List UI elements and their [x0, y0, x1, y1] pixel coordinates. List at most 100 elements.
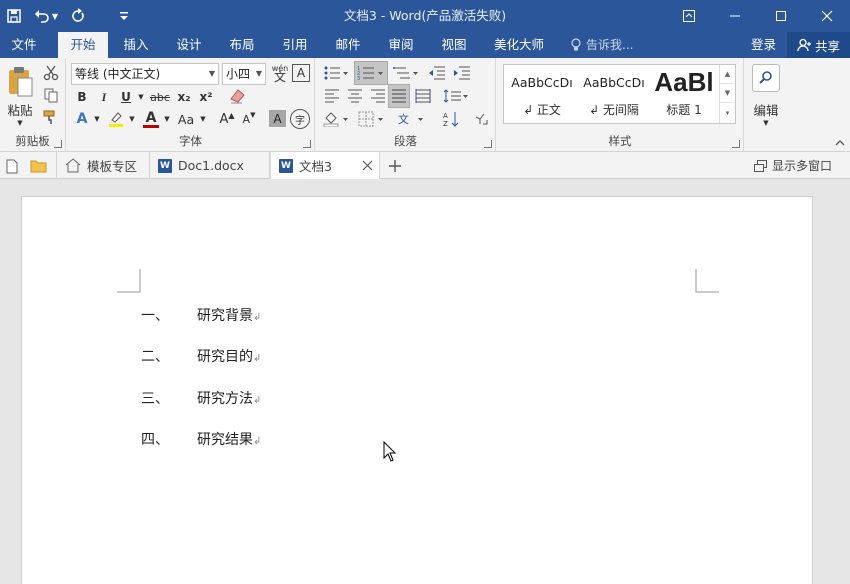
doctab-doc3-label: 文档3 — [299, 159, 332, 174]
grow-arrow-icon: ▲ — [228, 110, 235, 120]
tab-insert[interactable]: 插入 — [112, 32, 160, 58]
subscript-button[interactable]: x₂ — [174, 87, 194, 107]
strikethrough-button[interactable]: abc — [148, 87, 172, 107]
text-effects-button[interactable]: A — [72, 109, 92, 129]
list-item[interactable]: 一、 研究背景↲ — [141, 305, 261, 325]
clipboard-launcher[interactable] — [54, 140, 62, 148]
undo-button[interactable]: ▼ — [28, 0, 64, 32]
tab-home[interactable]: 开始 — [58, 32, 108, 58]
list-item[interactable]: 三、 研究方法↲ — [141, 388, 261, 408]
ribbon-display-button[interactable] — [666, 0, 712, 32]
doctab-templates[interactable]: 模板专区 — [56, 152, 150, 179]
shrink-font-button[interactable]: A ▼ — [239, 109, 259, 129]
bullets-button[interactable] — [321, 62, 351, 84]
bold-button[interactable]: B — [72, 87, 92, 107]
underline-dropdown[interactable]: ▼ — [136, 87, 146, 107]
paragraph-launcher[interactable] — [484, 140, 492, 148]
styles-scroll: ▲ ▼ ▾ — [719, 65, 735, 123]
new-tab-button[interactable] — [385, 156, 405, 176]
phonetic-guide-button[interactable]: wén 文 — [270, 62, 290, 84]
superscript-button[interactable]: x² — [196, 87, 216, 107]
tab-mailings[interactable]: 邮件 — [324, 32, 372, 58]
highlight-dropdown[interactable]: ▼ — [127, 109, 137, 129]
text-effects-dropdown[interactable]: ▼ — [92, 109, 102, 129]
redo-button[interactable] — [64, 0, 92, 32]
align-center-button[interactable] — [344, 85, 366, 107]
list-item-text: 研究背景 — [197, 308, 253, 324]
tell-me-search[interactable]: 告诉我... — [570, 32, 633, 58]
styles-scroll-down[interactable]: ▼ — [720, 84, 735, 103]
open-folder-button[interactable] — [27, 157, 49, 175]
new-document-button[interactable] — [3, 157, 21, 175]
character-border-button[interactable]: A — [292, 64, 310, 82]
paragraph-mark: ↲ — [253, 353, 262, 364]
increase-indent-button[interactable] — [451, 62, 473, 84]
styles-launcher[interactable] — [732, 140, 740, 148]
save-button[interactable] — [0, 0, 28, 32]
tab-file[interactable]: 文件 — [0, 32, 48, 58]
font-launcher[interactable] — [303, 140, 311, 148]
font-color-dropdown[interactable]: ▼ — [162, 109, 172, 129]
numbering-button[interactable]: 123 — [354, 61, 388, 85]
chevron-down-icon: ▼ — [255, 69, 262, 78]
style-no-spacing[interactable]: AaBbCcDı ↲ 无间隔 — [578, 65, 650, 123]
close-tab-icon[interactable] — [362, 160, 373, 171]
tab-beautify[interactable]: 美化大师 — [486, 32, 552, 58]
tab-layout[interactable]: 布局 — [218, 32, 266, 58]
tab-references[interactable]: 引用 — [271, 32, 319, 58]
distributed-button[interactable] — [412, 85, 434, 107]
align-left-button[interactable] — [321, 85, 343, 107]
editing-button[interactable]: 编辑 ▼ — [749, 62, 783, 128]
font-color-button[interactable]: A — [140, 109, 162, 129]
shading-button[interactable] — [321, 108, 351, 130]
minimize-button[interactable] — [712, 0, 758, 32]
login-link[interactable]: 登录 — [751, 32, 776, 58]
show-multiwindow-button[interactable]: 显示多窗口 — [754, 152, 832, 179]
close-button[interactable] — [804, 0, 850, 32]
word-doc-icon: W — [158, 158, 172, 173]
format-painter-button[interactable] — [41, 107, 61, 127]
copy-button[interactable] — [41, 85, 61, 105]
list-item[interactable]: 二、 研究目的↲ — [141, 346, 261, 366]
paste-button[interactable]: 粘贴 ▼ — [4, 64, 36, 128]
enclose-characters-button[interactable]: 字 — [290, 109, 310, 129]
share-button[interactable]: 共享 — [787, 32, 850, 58]
cut-button[interactable] — [41, 63, 61, 83]
tab-view[interactable]: 视图 — [430, 32, 478, 58]
change-case-button[interactable]: Aa — [174, 109, 198, 129]
justify-button[interactable] — [388, 84, 410, 108]
styles-more[interactable]: ▾ — [720, 103, 735, 122]
change-case-dropdown[interactable]: ▼ — [198, 109, 208, 129]
folder-icon — [30, 160, 46, 173]
document-page[interactable]: 一、 研究背景↲ 二、 研究目的↲ 三、 研究方法↲ 四、 研究结果↲ — [21, 196, 813, 584]
collapse-ribbon-button[interactable] — [833, 136, 847, 150]
tab-review[interactable]: 审阅 — [377, 32, 425, 58]
show-marks-button[interactable] — [470, 108, 492, 130]
highlight-button[interactable] — [105, 109, 127, 129]
chinese-layout-button[interactable]: 文 — [396, 108, 426, 130]
tab-design[interactable]: 设计 — [165, 32, 213, 58]
multilevel-list-button[interactable] — [391, 62, 421, 84]
copy-icon — [44, 88, 58, 103]
line-spacing-button[interactable] — [441, 85, 471, 107]
grow-font-button[interactable]: A ▲ — [217, 109, 237, 129]
customize-qat-button[interactable] — [110, 0, 138, 32]
font-size-combo[interactable]: 小四 ▼ — [222, 63, 266, 85]
clear-formatting-button[interactable] — [225, 84, 249, 108]
style-heading-1[interactable]: AaBl 标题 1 — [650, 65, 718, 123]
borders-button[interactable] — [356, 108, 386, 130]
align-right-button[interactable] — [367, 85, 389, 107]
underline-button[interactable]: U — [116, 87, 136, 107]
sort-button[interactable]: AZ — [440, 108, 464, 130]
decrease-indent-button[interactable] — [426, 62, 448, 84]
character-shading-button[interactable]: A — [269, 110, 286, 127]
style-normal[interactable]: AaBbCcDı ↲ 正文 — [506, 65, 578, 123]
styles-scroll-up[interactable]: ▲ — [720, 65, 735, 84]
paste-label: 粘贴 — [7, 102, 33, 118]
italic-button[interactable]: I — [94, 87, 114, 107]
list-item[interactable]: 四、 研究结果↲ — [141, 429, 261, 449]
doctab-doc1[interactable]: W Doc1.docx — [150, 152, 270, 179]
maximize-button[interactable] — [758, 0, 804, 32]
font-name-combo[interactable]: 等线 (中文正文) ▼ — [71, 63, 219, 85]
doctab-doc3[interactable]: W 文档3 — [270, 152, 380, 179]
